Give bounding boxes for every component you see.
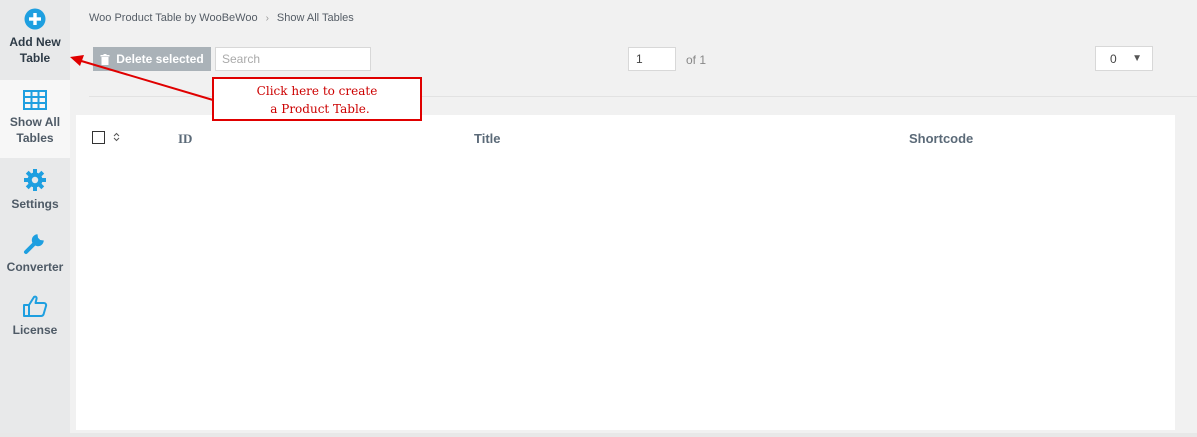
caret-down-icon: ▼ <box>1132 53 1142 64</box>
rows-per-page-value: 0 <box>1110 51 1117 66</box>
breadcrumb-current: Show All Tables <box>276 12 354 24</box>
delete-selected-label: Delete selected <box>116 52 204 66</box>
trash-icon <box>100 53 110 65</box>
delete-selected-button[interactable]: Delete selected <box>93 47 211 71</box>
sidebar-item-label: Converter <box>6 260 64 274</box>
sidebar-item-add-new-table[interactable]: Add New Table <box>0 8 70 76</box>
sidebar-item-license[interactable]: License <box>0 294 70 344</box>
search-input[interactable] <box>215 47 371 71</box>
sidebar-item-converter[interactable]: Converter <box>0 231 70 281</box>
bottom-scrollbar <box>0 433 1197 437</box>
sidebar-item-show-all-tables[interactable]: Show All Tables <box>0 80 70 158</box>
chevron-right-icon: › <box>265 12 269 24</box>
annotation-line-2: a Product Table. <box>270 102 370 116</box>
thumbs-up-icon <box>23 295 48 317</box>
annotation-line-1: Click here to create <box>256 84 378 98</box>
breadcrumb-root[interactable]: Woo Product Table by WooBeWoo <box>89 12 258 24</box>
column-header-title[interactable]: Title <box>474 131 501 146</box>
column-header-id[interactable]: ID <box>178 131 192 147</box>
sidebar-item-label: License <box>12 323 58 337</box>
sidebar-item-label: Add New Table <box>9 35 61 65</box>
gear-icon <box>24 169 46 191</box>
sidebar-item-label: Settings <box>11 197 59 211</box>
page-number-input[interactable] <box>628 47 676 71</box>
plus-circle-icon <box>24 8 46 30</box>
tables-list: ID Title Shortcode <box>76 115 1175 430</box>
sidebar-item-label: Show All Tables <box>9 115 61 145</box>
sidebar: Add New Table Show All Tables Settings C… <box>0 0 70 437</box>
breadcrumb: Woo Product Table by WooBeWoo › Show All… <box>89 12 354 24</box>
select-all-checkbox[interactable] <box>92 131 105 144</box>
main-content: Woo Product Table by WooBeWoo › Show All… <box>70 0 1197 437</box>
page-total: of 1 <box>686 53 707 67</box>
annotation-callout: Click here to create a Product Table. <box>212 77 422 121</box>
column-header-shortcode[interactable]: Shortcode <box>909 131 973 146</box>
sidebar-item-settings[interactable]: Settings <box>0 168 70 218</box>
table-grid-icon <box>23 90 47 110</box>
sort-icon[interactable] <box>113 132 120 142</box>
wrench-icon <box>24 234 44 254</box>
rows-per-page-select[interactable]: 0 ▼ <box>1095 46 1153 71</box>
